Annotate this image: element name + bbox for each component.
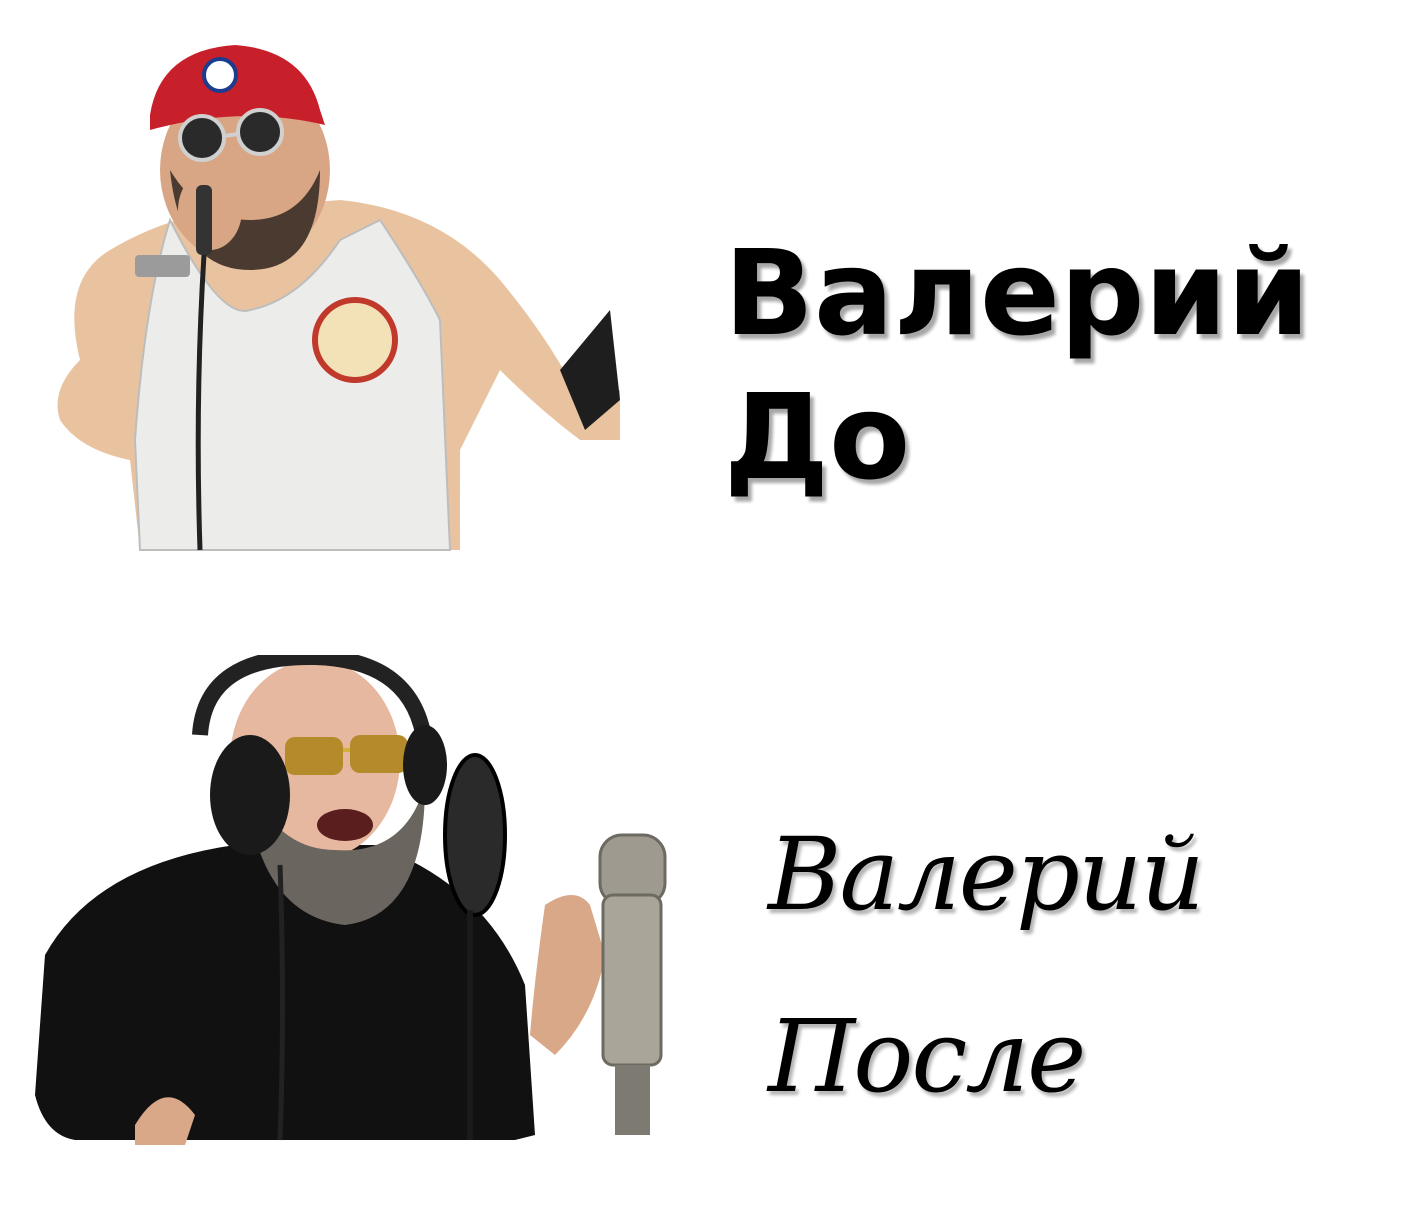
after-photo bbox=[35, 655, 667, 1145]
before-panel: Валерий До bbox=[0, 0, 1419, 600]
before-caption-line2: До bbox=[724, 368, 911, 506]
after-caption-line2: После bbox=[768, 998, 1086, 1115]
after-caption-line1: Валерий bbox=[768, 816, 1205, 933]
before-caption-line1: Валерий bbox=[724, 224, 1310, 362]
after-panel: Валерий После bbox=[0, 600, 1419, 1217]
before-photo bbox=[57, 45, 620, 551]
